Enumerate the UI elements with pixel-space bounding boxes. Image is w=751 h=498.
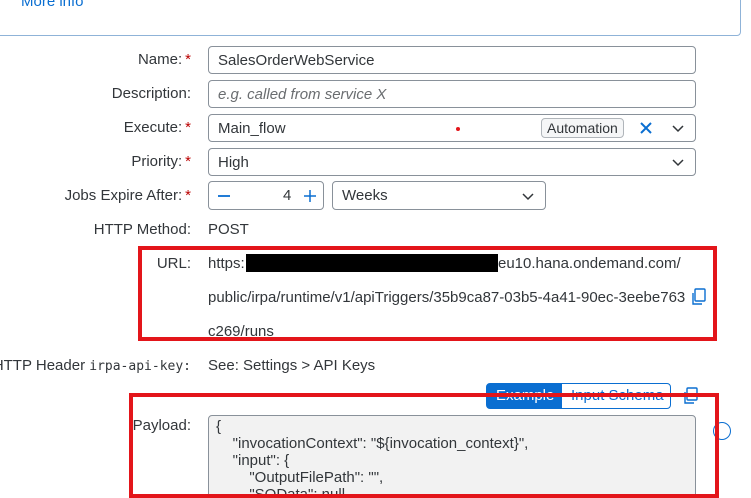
execute-combobox[interactable]: Main_flow Automation [208,114,696,142]
description-placeholder: e.g. called from service X [218,86,387,103]
tab-example[interactable]: Example [486,383,565,409]
required-asterisk: * [185,119,191,136]
payload-editor[interactable]: { "invocationContext": "${invocation_con… [208,415,696,498]
url-label: URL: [156,255,191,272]
url-line1-suffix: eu10.hana.ondemand.com/ [498,255,681,272]
http-method-label: HTTP Method: [93,221,191,238]
name-label: Name: * [137,51,191,68]
priority-select[interactable]: High [208,148,696,176]
jobs-expire-value: 4 [283,187,292,204]
chevron-down-icon [669,153,687,171]
tab-input-schema[interactable]: Input Schema [561,383,671,409]
code-line: "input": { [216,452,290,469]
code-line: "invocationContext": "${invocation_conte… [216,435,529,452]
info-banner: More info [0,0,741,36]
url-line2: public/irpa/runtime/v1/apiTriggers/35b9c… [208,289,686,306]
chevron-down-icon [519,187,537,205]
priority-label: Priority: * [131,153,191,170]
plus-icon[interactable] [299,185,321,207]
payload-label: Payload: [132,417,191,434]
http-header-label: HTTP Header irpa-api-key: [0,357,191,374]
http-method-value: POST [208,221,249,238]
copy-icon[interactable] [681,386,701,406]
jobs-expire-unit-select[interactable]: Weeks [332,181,546,210]
required-asterisk: * [185,187,191,204]
url-line3: c269/runs [208,323,274,340]
chevron-down-icon[interactable] [669,119,687,137]
code-line: "SOData": null [216,486,346,498]
name-input[interactable]: SalesOrderWebService [208,46,696,74]
required-asterisk: * [185,153,191,170]
help-circle-icon[interactable] [713,422,731,440]
execute-label: Execute: * [123,119,191,136]
http-header-code: irpa-api-key: [89,359,191,374]
http-header-value: See: Settings > API Keys [208,357,376,374]
minus-icon[interactable] [213,185,235,207]
code-line: "OutputFilePath": "", [216,469,384,486]
automation-tag: Automation [541,118,624,138]
x-icon[interactable] [637,119,655,137]
copy-icon[interactable] [689,287,709,307]
code-line: { [216,418,222,435]
jobs-expire-unit-value: Weeks [342,187,388,204]
red-dot-marker [456,127,460,131]
description-input[interactable]: e.g. called from service X [208,80,696,108]
jobs-expire-stepper[interactable]: 4 [208,181,324,210]
description-label: Description: [111,85,191,102]
priority-value: High [218,154,249,171]
jobs-expire-label: Jobs Expire After: * [64,187,191,204]
more-info-link[interactable]: More info [21,0,84,10]
name-value: SalesOrderWebService [218,52,375,69]
required-asterisk: * [185,51,191,68]
url-line1-prefix: https: [208,255,245,272]
redacted-hostname [246,254,498,272]
execute-value: Main_flow [218,120,286,137]
